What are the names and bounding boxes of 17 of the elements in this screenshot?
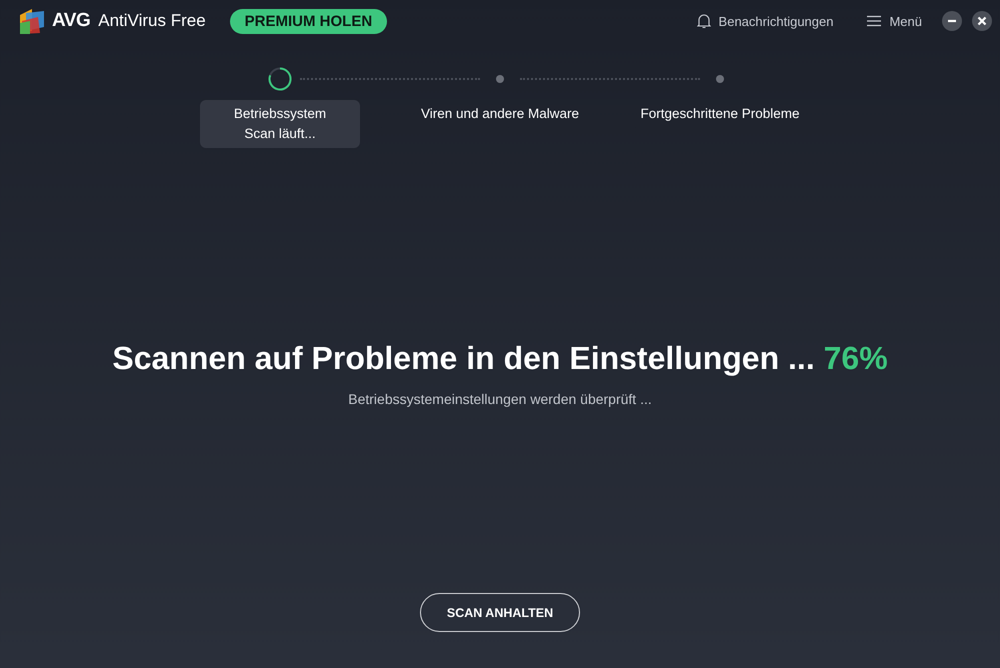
menu-icon: [867, 15, 882, 27]
bell-icon: [696, 13, 711, 29]
menu-link[interactable]: Menü: [889, 14, 922, 28]
stop-scan-button[interactable]: SCAN ANHALTEN: [420, 593, 580, 632]
scan-percent: 76%: [824, 340, 888, 376]
product-name: AntiVirus Free: [98, 11, 206, 31]
minimize-button[interactable]: [942, 11, 962, 31]
step-tab[interactable]: Betriebssystem Scan läuft...: [200, 100, 360, 148]
step-tab[interactable]: Fortgeschrittene Probleme: [630, 100, 810, 148]
scan-subtitle: Betriebssystemeinstellungen werden überprüft ...: [348, 391, 652, 407]
premium-button[interactable]: PREMIUM HOLEN: [230, 8, 388, 34]
close-icon: [977, 16, 987, 26]
step-tab[interactable]: Viren und andere Malware: [410, 100, 590, 148]
scan-title: Scannen auf Probleme in den Einstellungen ...: [112, 340, 815, 376]
notifications-link[interactable]: Benachrichtigungen: [718, 14, 834, 28]
brand-name: AVG: [52, 10, 90, 32]
close-button[interactable]: [972, 11, 992, 31]
